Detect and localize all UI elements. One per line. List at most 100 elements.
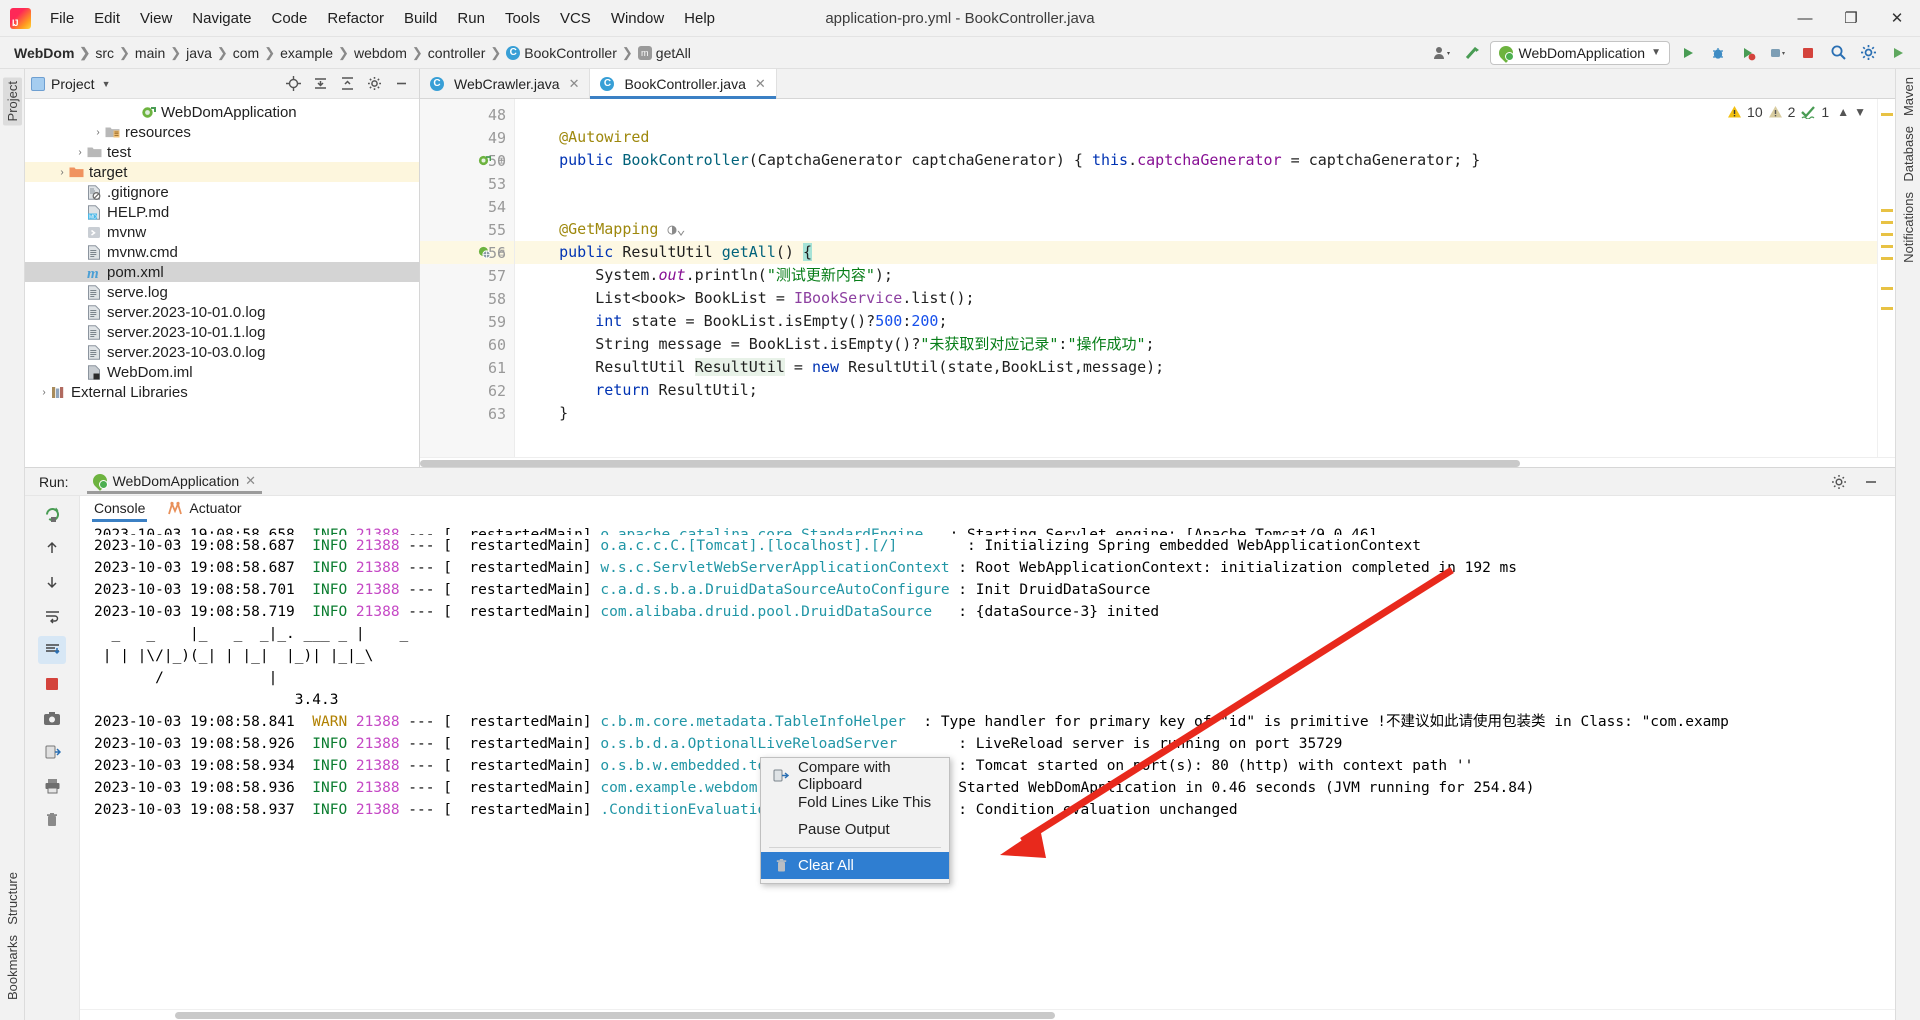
gutter-line[interactable]: 49	[420, 126, 514, 149]
project-tree-item[interactable]: MD HELP.md	[25, 202, 419, 222]
run-tab-webdomapplication[interactable]: WebDomApplication ✕	[86, 473, 263, 494]
chevron-down-icon[interactable]: ▼	[1854, 105, 1866, 119]
menu-item-refactor[interactable]: Refactor	[317, 6, 394, 31]
updates-icon[interactable]	[1886, 41, 1910, 65]
context-menu-item[interactable]: Pause Output	[761, 816, 949, 843]
breadcrumb-example[interactable]: example ❯	[280, 45, 354, 61]
account-icon[interactable]	[1430, 41, 1454, 65]
code-line[interactable]	[515, 195, 1877, 218]
project-tree-item[interactable]: server.2023-10-01.0.log	[25, 302, 419, 322]
gutter-line[interactable]: 62	[420, 379, 514, 402]
console-output[interactable]: 2023-10-03 19:08:58.658 INFO 21388 --- […	[80, 524, 1895, 1009]
editor-gutter[interactable]: 48 49 50 ⊞ 53 54 55 56 ⊟ 57 58 59 60 61 62 63	[420, 99, 515, 457]
close-icon[interactable]: ✕	[245, 473, 256, 489]
editor-error-stripe[interactable]	[1877, 99, 1895, 457]
up-icon[interactable]	[38, 534, 66, 562]
expand-chevron-icon[interactable]: ›	[91, 127, 105, 138]
code-line[interactable]: public ResultUtil getAll() {	[515, 241, 1877, 264]
hide-tool-window-icon[interactable]	[1859, 470, 1883, 494]
project-tree-item[interactable]: server.2023-10-03.0.log	[25, 342, 419, 362]
gear-icon[interactable]	[362, 72, 386, 96]
project-tree-item[interactable]: › resources	[25, 122, 419, 142]
editor-tab-bar[interactable]: C WebCrawler.java ✕ C BookController.jav…	[420, 69, 1895, 99]
search-everywhere-icon[interactable]	[1826, 41, 1850, 65]
project-tree-item[interactable]: .gitignore	[25, 182, 419, 202]
fold-toggle-icon[interactable]: ⊟	[498, 246, 505, 259]
project-tree-item[interactable]: WebDom.iml	[25, 362, 419, 382]
gutter-line[interactable]: 60	[420, 333, 514, 356]
code-line[interactable]: return ResultUtil;	[515, 379, 1877, 402]
project-tree[interactable]: WebDomApplication › resources › test › target.…	[25, 99, 419, 467]
breadcrumb-src[interactable]: src ❯	[95, 45, 135, 61]
inspection-widget[interactable]: 10 2 1 ▲ ▼	[1724, 103, 1869, 121]
breadcrumb-main[interactable]: main ❯	[135, 45, 186, 61]
window-controls[interactable]: — ❐ ✕	[1782, 0, 1920, 36]
hide-tool-window-icon[interactable]	[389, 72, 413, 96]
settings-gear-icon[interactable]	[1856, 41, 1880, 65]
code-line[interactable]: public BookController(CaptchaGenerator c…	[515, 149, 1877, 172]
console-tab-bar[interactable]: Console Actuator	[80, 496, 1895, 524]
code-line[interactable]	[515, 172, 1877, 195]
breadcrumb-class[interactable]: C BookController ❯	[506, 45, 638, 61]
scroll-to-end-icon[interactable]	[38, 636, 66, 664]
project-tree-item[interactable]: serve.log	[25, 282, 419, 302]
breadcrumb-webdom[interactable]: webdom ❯	[354, 45, 428, 61]
breadcrumb-method[interactable]: m getAll	[637, 45, 691, 61]
profile-dropdown-button[interactable]	[1766, 41, 1790, 65]
code-line[interactable]: }	[515, 402, 1877, 425]
stop-icon[interactable]	[38, 670, 66, 698]
breadcrumb-project[interactable]: WebDom ❯	[14, 45, 95, 61]
minimize-button[interactable]: —	[1782, 0, 1828, 36]
tool-window-stripe-maven[interactable]: Maven	[1901, 77, 1916, 116]
close-icon[interactable]: ✕	[755, 76, 766, 92]
context-menu-item[interactable]: Clear All	[761, 852, 949, 879]
editor-horizontal-scrollbar[interactable]	[420, 457, 1895, 467]
soft-wrap-icon[interactable]	[38, 602, 66, 630]
menu-item-window[interactable]: Window	[601, 6, 674, 31]
code-line[interactable]: @GetMapping ◑⌄	[515, 218, 1877, 241]
gutter-line[interactable]: 53	[420, 172, 514, 195]
editor-code[interactable]: @Autowired public BookController(Captcha…	[515, 99, 1877, 457]
expand-chevron-icon[interactable]: ›	[37, 387, 51, 398]
tab-actuator[interactable]: Actuator	[167, 500, 242, 520]
menu-item-vcs[interactable]: VCS	[550, 6, 601, 31]
gutter-line[interactable]: 56 ⊟	[420, 241, 514, 264]
project-tree-item[interactable]: › test	[25, 142, 419, 162]
editor-tab-webcrawler[interactable]: C WebCrawler.java ✕	[420, 69, 591, 98]
breadcrumb-controller[interactable]: controller ❯	[428, 45, 507, 61]
breadcrumb-java[interactable]: java ❯	[186, 45, 233, 61]
gutter-line[interactable]: 59	[420, 310, 514, 333]
code-line[interactable]: ResultUtil ResultUtil = new ResultUtil(s…	[515, 356, 1877, 379]
scrollbar-thumb[interactable]	[175, 1012, 1055, 1019]
locate-icon[interactable]	[281, 72, 305, 96]
menu-item-navigate[interactable]: Navigate	[182, 6, 261, 31]
trash-icon[interactable]	[38, 806, 66, 834]
code-line[interactable]: @Autowired	[515, 126, 1877, 149]
gutter-line[interactable]: 48	[420, 103, 514, 126]
run-header-actions[interactable]	[1827, 470, 1895, 494]
tool-window-stripe-project[interactable]: Project	[2, 77, 22, 126]
export-icon[interactable]	[38, 738, 66, 766]
fold-toggle-icon[interactable]: ⊞	[498, 154, 505, 167]
editor-tab-bookcontroller[interactable]: C BookController.java ✕	[590, 69, 777, 99]
close-button[interactable]: ✕	[1874, 0, 1920, 36]
debug-button[interactable]	[1706, 41, 1730, 65]
run-configuration-selector[interactable]: WebDomApplication ▼	[1489, 40, 1670, 65]
expand-chevron-icon[interactable]: ›	[55, 167, 69, 178]
gutter-line[interactable]: 58	[420, 287, 514, 310]
project-tree-item[interactable]: mvnw.cmd	[25, 242, 419, 262]
tool-window-stripe-notifications[interactable]: Notifications	[1901, 192, 1916, 263]
gutter-line[interactable]: 54	[420, 195, 514, 218]
project-header-actions[interactable]	[281, 72, 413, 96]
menu-item-build[interactable]: Build	[394, 6, 447, 31]
tool-window-stripe-structure[interactable]: Structure	[5, 872, 20, 925]
gear-icon[interactable]	[1827, 470, 1851, 494]
project-tree-item[interactable]: › External Libraries	[25, 382, 419, 402]
close-icon[interactable]: ✕	[569, 76, 580, 92]
menu-item-edit[interactable]: Edit	[84, 6, 130, 31]
chevron-up-icon[interactable]: ▲	[1837, 105, 1849, 119]
editor-viewport[interactable]: 48 49 50 ⊞ 53 54 55 56 ⊟ 57 58 59 60 61 62 63 @Autowire…	[420, 99, 1895, 457]
menu-item-file[interactable]: File	[40, 6, 84, 31]
code-line[interactable]: int state = BookList.isEmpty()?500:200;	[515, 310, 1877, 333]
project-tree-item[interactable]: server.2023-10-01.1.log	[25, 322, 419, 342]
